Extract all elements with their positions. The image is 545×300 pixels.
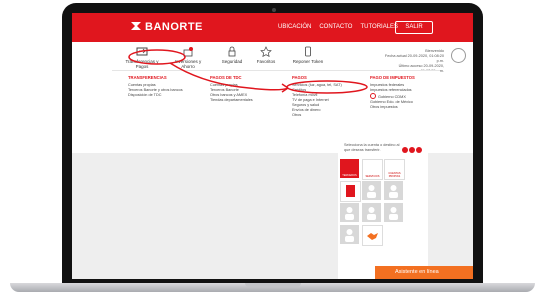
panel-instructions: Selecciona la cuenta o destino al que de… — [344, 143, 400, 152]
menu-dropdown: TRANSFERENCIAS Cuentas propias Terceros … — [112, 70, 440, 139]
transfer-panel: Selecciona la cuenta o destino al que de… — [338, 139, 428, 279]
link-gobierno-cdmx[interactable]: Gobierno CDMX — [370, 93, 415, 100]
person-icon — [367, 185, 376, 198]
link-otros[interactable]: Otros — [292, 113, 342, 118]
menu-item-label: Favoritos — [256, 59, 276, 64]
column-heading: TRANSFERENCIAS — [128, 75, 167, 80]
lock-icon — [228, 46, 236, 57]
menu-item-favoritos[interactable]: Favoritos — [246, 46, 286, 64]
tile-terceros[interactable]: TERCEROS — [340, 159, 359, 178]
tile-document[interactable] — [340, 181, 361, 202]
current-date: Fecha actual 20-09-2020, 01:08:20 p.m. — [384, 54, 444, 63]
top-links: UBICACIÓN CONTACTO TUTORIALES — [278, 24, 398, 30]
main-menu: Transferencias y Pagos Inversiones y Aho… — [112, 42, 466, 73]
column-impuestos: PAGO DE IMPUESTOS Impuestos federales Im… — [370, 75, 415, 110]
action-icon[interactable] — [416, 147, 422, 153]
panel-actions — [402, 147, 422, 153]
screen: BANORTE UBICACIÓN CONTACTO TUTORIALES SA… — [72, 13, 473, 279]
menu-item-label: Reponer Token — [292, 59, 324, 64]
gift-icon — [183, 47, 193, 57]
laptop-notch — [245, 283, 301, 287]
person-icon — [345, 229, 354, 242]
logout-button[interactable]: SALIR — [395, 21, 433, 34]
star-icon — [260, 46, 272, 57]
tile-contact[interactable] — [384, 181, 403, 200]
transfer-icon — [136, 47, 148, 56]
tile-cuentas-propias[interactable]: CUENTAS PROPIAS — [384, 159, 405, 180]
online-assistant-button[interactable]: Asistente en línea — [375, 266, 473, 279]
menu-item-label: Transferencias y Pagos — [125, 59, 159, 69]
person-icon — [345, 207, 354, 220]
tile-handshake[interactable] — [362, 225, 383, 246]
column-heading: PAGOS DE TDC — [210, 75, 242, 80]
column-pagos: PAGOS Servicios (luz, agua, tel, SAT) Cr… — [292, 75, 342, 118]
person-icon — [367, 207, 376, 220]
menu-item-reponer-token[interactable]: Reponer Token — [288, 46, 328, 64]
column-heading: PAGO DE IMPUESTOS — [370, 75, 415, 80]
tile-contact[interactable] — [362, 203, 381, 222]
banorte-logo-icon — [131, 22, 141, 30]
link-tutoriales[interactable]: TUTORIALES — [360, 24, 398, 30]
person-icon — [389, 207, 398, 220]
link-otros-impuestos[interactable]: Otros impuestos — [370, 105, 415, 110]
tile-contact[interactable] — [384, 203, 403, 222]
brand-logo[interactable]: BANORTE — [130, 21, 203, 33]
action-icon[interactable] — [402, 147, 408, 153]
tile-label: TERCEROS — [342, 174, 357, 177]
tile-label: SERVICIOS — [365, 175, 380, 178]
menu-item-inversiones[interactable]: Inversiones y Ahorro — [168, 46, 208, 69]
webcam — [272, 8, 276, 12]
column-heading: PAGOS — [292, 75, 307, 80]
tile-contact[interactable] — [340, 225, 359, 244]
menu-item-label: Inversiones y Ahorro — [174, 59, 202, 69]
link-contacto[interactable]: CONTACTO — [319, 24, 352, 30]
action-icon[interactable] — [409, 147, 415, 153]
column-pagos-tdc: PAGOS DE TDC Cuentas propias Terceros Ba… — [210, 75, 253, 103]
link-disposicion-tdc[interactable]: Disposición de TDC — [128, 93, 183, 98]
document-icon — [346, 185, 355, 197]
radio-icon — [370, 93, 376, 99]
person-icon — [389, 185, 398, 198]
avatar[interactable] — [451, 48, 466, 63]
link-label: Gobierno CDMX — [378, 95, 406, 99]
tile-contact[interactable] — [340, 203, 359, 222]
menu-item-label: Seguridad — [221, 59, 243, 64]
link-ubicacion[interactable]: UBICACIÓN — [278, 24, 311, 30]
top-bar: BANORTE UBICACIÓN CONTACTO TUTORIALES SA… — [72, 13, 473, 42]
tile-servicios[interactable]: SERVICIOS — [362, 159, 383, 180]
brand-name: BANORTE — [145, 21, 203, 33]
tile-label: CUENTAS PROPIAS — [388, 172, 401, 178]
handshake-icon — [367, 233, 378, 240]
tile-contact[interactable] — [362, 181, 381, 200]
menu-item-transferencias[interactable]: Transferencias y Pagos — [122, 46, 162, 69]
link-tiendas[interactable]: Tiendas departamentales — [210, 98, 253, 103]
column-transferencias: TRANSFERENCIAS Cuentas propias Terceros … — [128, 75, 183, 98]
token-icon — [305, 46, 311, 57]
